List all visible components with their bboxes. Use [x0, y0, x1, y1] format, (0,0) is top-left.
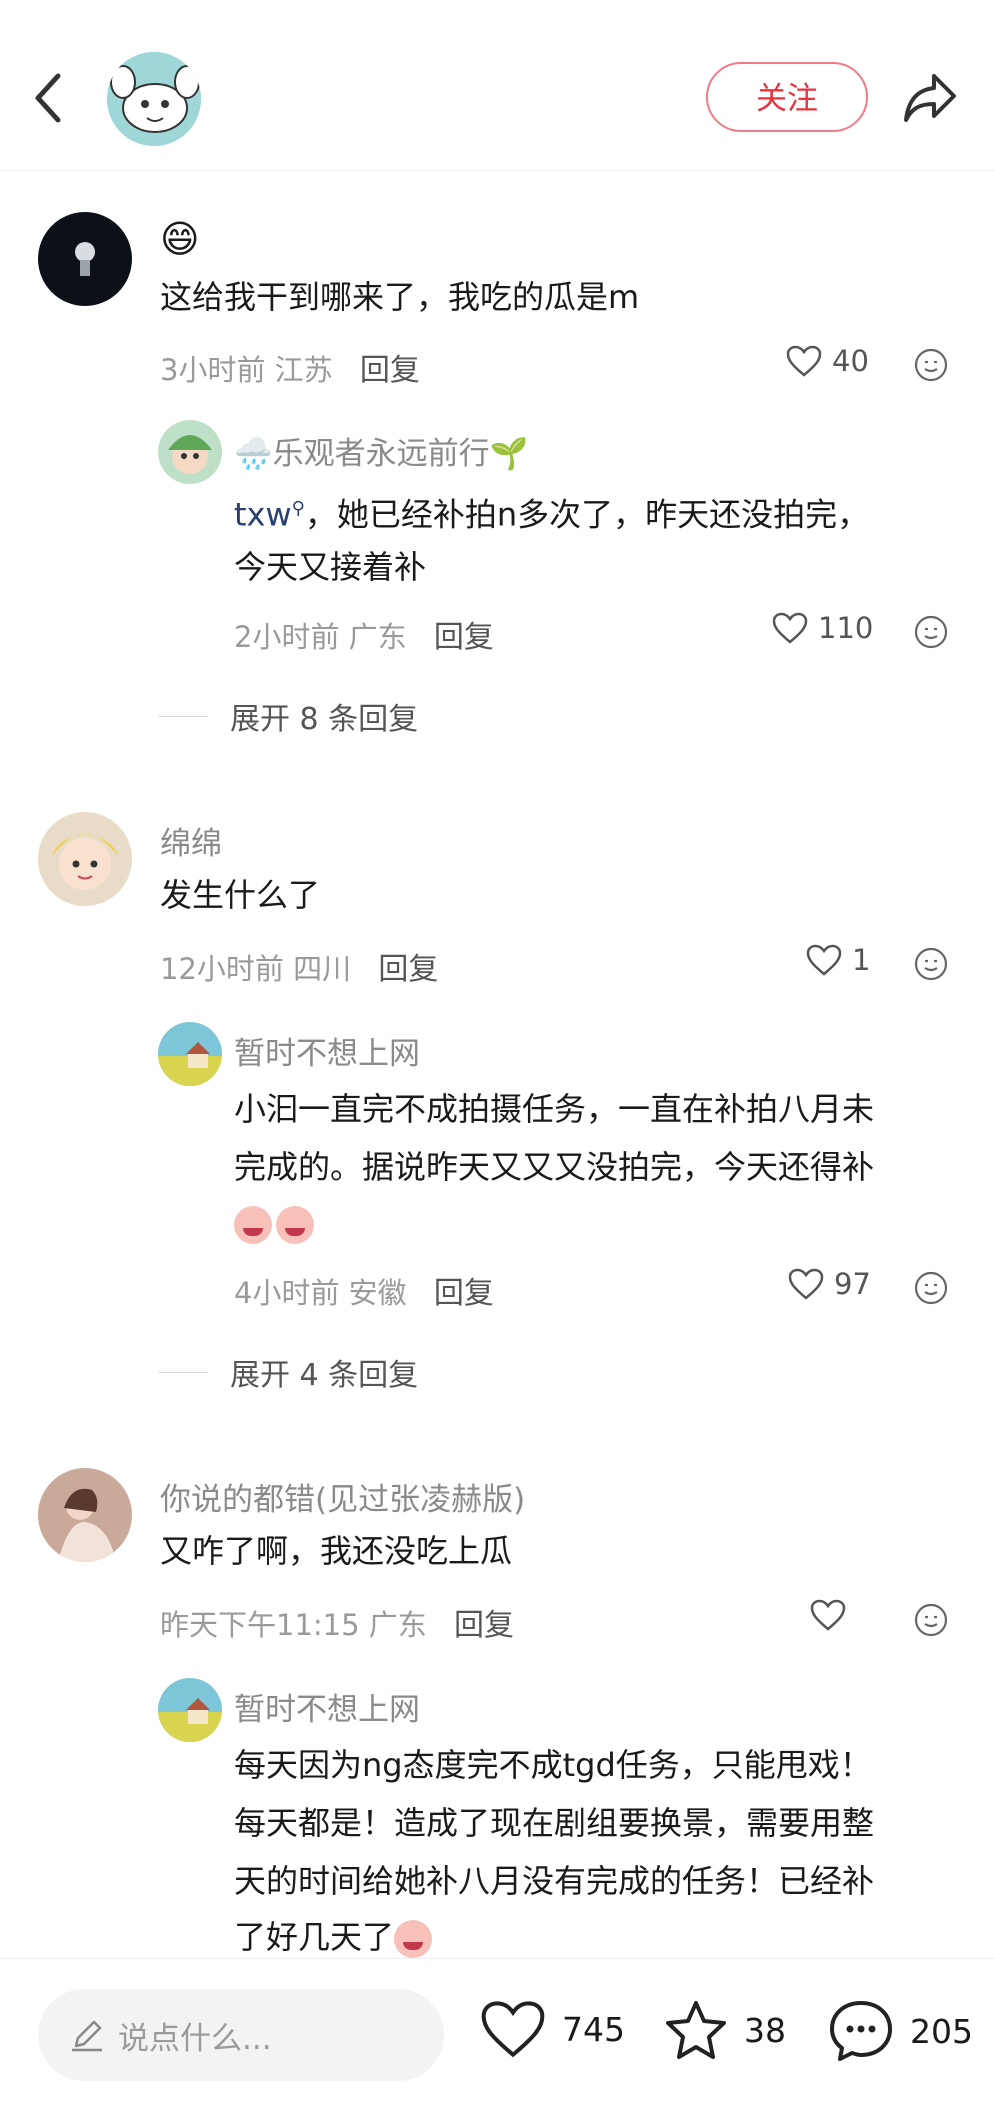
- comment-time: 3小时前: [160, 353, 266, 387]
- reply-text-line: ，她已经补拍n多次了，昨天还没拍完，: [304, 495, 870, 534]
- comment-time: 12小时前: [160, 952, 284, 986]
- reply-button[interactable]: 回复: [454, 1608, 514, 1643]
- comment-location: 江苏: [274, 353, 333, 387]
- comment-location: 四川: [293, 952, 352, 986]
- commenter-avatar[interactable]: [38, 812, 132, 906]
- like-count: 110: [818, 611, 874, 645]
- comment-text: 这给我干到哪来了，我吃的瓜是m: [160, 278, 640, 316]
- follow-button[interactable]: 关注: [706, 62, 868, 132]
- back-icon[interactable]: [30, 70, 70, 126]
- reply-meta: 2小时前 广东 回复: [234, 612, 494, 656]
- reply-time: 4小时前: [234, 1276, 340, 1310]
- like-count: 97: [834, 1267, 871, 1301]
- commenter-avatar[interactable]: [38, 1468, 132, 1562]
- commenter-avatar[interactable]: [38, 212, 132, 306]
- reply-location: 广东: [348, 620, 407, 654]
- emoji-reaction-icon[interactable]: [914, 947, 948, 981]
- emoji-reaction-icon[interactable]: [914, 348, 948, 382]
- bottom-action-bar: 说点什么... 745 38 205: [0, 1958, 995, 2104]
- heart-icon: [788, 1268, 824, 1300]
- like-count: 1: [852, 943, 871, 977]
- reply-username[interactable]: 暂时不想上网: [234, 1028, 420, 1073]
- reply-avatar[interactable]: [158, 1678, 222, 1742]
- commenter-username[interactable]: 绵绵: [160, 818, 222, 863]
- comment-emoji: 😄: [160, 217, 200, 261]
- heart-icon: [772, 612, 808, 644]
- reply-meta: 4小时前 安徽 回复: [234, 1268, 494, 1312]
- like-button[interactable]: 110: [772, 611, 873, 645]
- mention-link[interactable]: txw: [234, 496, 292, 534]
- post-star-count: 38: [744, 2010, 786, 2050]
- comment-location: 广东: [368, 1608, 427, 1642]
- emoji-reaction-icon[interactable]: [914, 615, 948, 649]
- expand-label: 展开 8 条回复: [230, 702, 419, 737]
- reply-text-line: 小汩一直完不成拍摄任务，一直在补拍八月未: [234, 1090, 875, 1128]
- divider: [158, 1371, 208, 1373]
- post-comment-count: 205: [910, 2011, 973, 2051]
- like-post-button[interactable]: 745: [480, 1999, 625, 2059]
- reply-text-line: 完成的。据说昨天又又又没拍完，今天还得补: [234, 1148, 875, 1186]
- comments-button[interactable]: 205: [828, 1999, 973, 2063]
- reply-text-line: 每天都是！造成了现在剧组要换景，需要用整: [234, 1804, 875, 1842]
- author-avatar[interactable]: [107, 52, 201, 146]
- comment-meta: 12小时前 四川 回复: [160, 944, 438, 988]
- search-icon: ⚲: [291, 498, 305, 519]
- reply-text: txw⚲，她已经补拍n多次了，昨天还没拍完，: [234, 480, 869, 544]
- commenter-username[interactable]: 你说的都错(见过张凌赫版): [160, 1474, 525, 1519]
- crying-emoji-icon: [276, 1206, 314, 1244]
- top-bar: 关注: [0, 0, 995, 171]
- reply-time: 2小时前: [234, 620, 340, 654]
- reply-button[interactable]: 回复: [434, 620, 494, 655]
- reply-button[interactable]: 回复: [360, 353, 420, 388]
- reply-text-line: 每天因为ng态度完不成tgd任务，只能甩戏！: [234, 1746, 872, 1784]
- emoji-reaction-icon[interactable]: [914, 1603, 948, 1637]
- reply-button[interactable]: 回复: [434, 1276, 494, 1311]
- crying-emoji-icon: [394, 1920, 433, 1958]
- comment-meta: 昨天下午11:15 广东 回复: [160, 1600, 514, 1644]
- heart-icon: [786, 345, 822, 377]
- comment-input[interactable]: 说点什么...: [38, 1989, 444, 2081]
- like-button[interactable]: 97: [788, 1267, 871, 1301]
- like-button[interactable]: 1: [806, 943, 870, 977]
- reply-location: 安徽: [348, 1276, 407, 1310]
- crying-emoji-icon: [234, 1206, 272, 1244]
- like-button[interactable]: [810, 1599, 856, 1631]
- reply-avatar[interactable]: [158, 1022, 222, 1086]
- reply-username[interactable]: 暂时不想上网: [234, 1684, 420, 1729]
- reply-username[interactable]: 🌧️乐观者永远前行🌱: [234, 428, 528, 473]
- comment-time: 昨天下午11:15: [160, 1608, 360, 1642]
- reply-text-line: 了好几天了: [234, 1918, 395, 1956]
- comment-meta: 3小时前 江苏 回复: [160, 345, 420, 389]
- post-like-count: 745: [562, 2009, 625, 2049]
- reply-text-line: 今天又接着补: [234, 548, 427, 586]
- divider: [158, 715, 208, 717]
- reply-emojis: [234, 1194, 318, 1252]
- like-button[interactable]: 40: [786, 344, 869, 378]
- favorite-button[interactable]: 38: [664, 1999, 786, 2061]
- comment-bubble-icon: [830, 2001, 892, 2061]
- comment-placeholder: 说点什么...: [118, 2020, 272, 2057]
- heart-icon: [481, 2001, 545, 2058]
- heart-icon: [810, 1599, 846, 1631]
- like-count: 40: [832, 344, 869, 378]
- expand-label: 展开 4 条回复: [230, 1358, 419, 1393]
- heart-icon: [806, 944, 842, 976]
- expand-replies-button[interactable]: 展开 8 条回复: [158, 694, 418, 738]
- comment-text: 又咋了啊，我还没吃上瓜: [160, 1532, 513, 1570]
- reply-button[interactable]: 回复: [378, 952, 438, 987]
- share-icon[interactable]: [900, 68, 960, 126]
- comment-text: 发生什么了: [160, 876, 321, 914]
- emoji-reaction-icon[interactable]: [914, 1271, 948, 1305]
- reply-text-line: 天的时间给她补八月没有完成的任务！已经补: [234, 1862, 875, 1900]
- expand-replies-button[interactable]: 展开 4 条回复: [158, 1350, 418, 1394]
- star-icon: [666, 2001, 726, 2059]
- reply-avatar[interactable]: [158, 420, 222, 484]
- pencil-icon: [72, 2020, 102, 2052]
